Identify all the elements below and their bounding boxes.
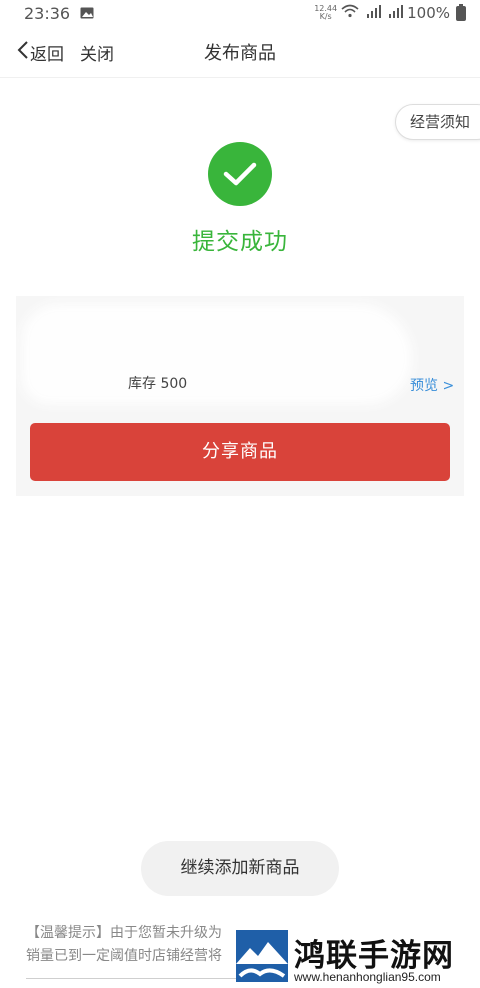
status-bar: 23:36 12.44 K/s 100% xyxy=(0,0,480,26)
signal-e-icon xyxy=(385,4,404,22)
battery-percent: 100% xyxy=(407,4,450,22)
continue-add-product-button[interactable]: 继续添加新商品 xyxy=(141,841,339,896)
success-check-icon xyxy=(208,142,272,206)
watermark: 鸿联手游网 www.henanhonglian95.com xyxy=(236,928,480,988)
tip-line-1: 【温馨提示】由于您暂未升级为 xyxy=(26,925,222,941)
net-speed-unit: K/s xyxy=(319,12,332,21)
net-speed: 12.44 K/s xyxy=(314,5,337,21)
divider xyxy=(26,978,236,979)
watermark-logo xyxy=(236,930,288,982)
stock-label: 库存 500 xyxy=(128,376,188,392)
watermark-url: www.henanhonglian95.com xyxy=(294,970,441,984)
success-message: 提交成功 xyxy=(192,229,288,255)
nav-bar: 返回 关闭 发布商品 xyxy=(0,26,480,78)
page-title: 发布商品 xyxy=(204,43,276,64)
product-info-blurred xyxy=(22,304,412,404)
status-left: 23:36 xyxy=(24,4,94,23)
share-product-button[interactable]: 分享商品 xyxy=(30,423,450,481)
clock: 23:36 xyxy=(24,3,71,23)
tip-line-2: 销量已到一定阈值时店铺经营将 xyxy=(26,948,222,964)
business-notice-button[interactable]: 经营须知 xyxy=(395,104,480,140)
preview-link[interactable]: 预览 > xyxy=(410,375,454,395)
status-right: 12.44 K/s 100% xyxy=(314,3,466,22)
watermark-name: 鸿联手游网 xyxy=(294,938,454,974)
product-card: 库存 500 预览 > 分享商品 xyxy=(16,296,464,496)
wifi-icon xyxy=(341,4,359,22)
tip-text: 【温馨提示】由于您暂未升级为 销量已到一定阈值时店铺经营将 xyxy=(26,922,236,968)
gallery-icon xyxy=(80,4,94,23)
signal-4g-icon xyxy=(363,4,382,22)
battery-icon xyxy=(456,3,466,21)
